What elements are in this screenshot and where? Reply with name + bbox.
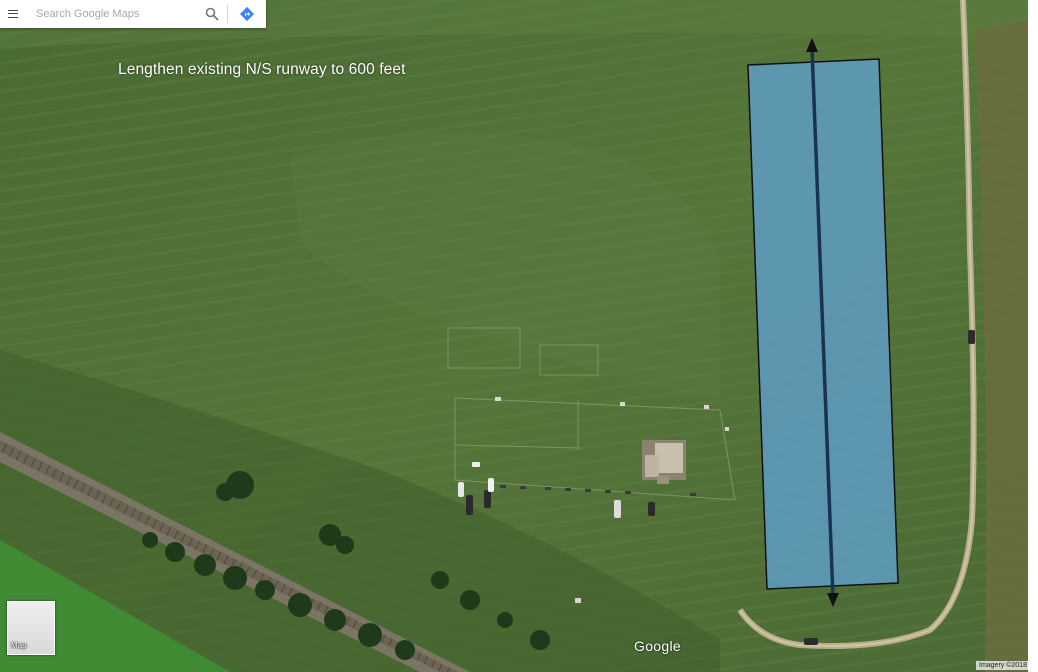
map-viewport[interactable]: Lengthen existing N/S runway to 600 feet… [0, 0, 1038, 672]
magnifier-glyph [205, 7, 219, 21]
google-logo: Google [634, 638, 681, 654]
runway-annotation: Lengthen existing N/S runway to 600 feet [118, 61, 406, 78]
vehicle [804, 638, 818, 645]
directions-glyph [239, 6, 255, 22]
imagery-credit[interactable]: Imagery ©2018 [976, 661, 1028, 670]
layer-toggle-label: Map [11, 641, 27, 650]
search-icon[interactable] [197, 0, 227, 28]
page-margin [1028, 0, 1038, 672]
farmhouse [642, 440, 686, 484]
directions-icon[interactable] [228, 0, 266, 28]
vehicle [968, 330, 975, 344]
search-bar [0, 0, 266, 28]
search-input[interactable] [26, 1, 197, 27]
satellite-imagery[interactable] [0, 0, 1038, 672]
menu-icon[interactable] [0, 0, 26, 28]
hamburger-glyph [8, 10, 18, 18]
map-layer-toggle[interactable]: Map [7, 601, 55, 655]
